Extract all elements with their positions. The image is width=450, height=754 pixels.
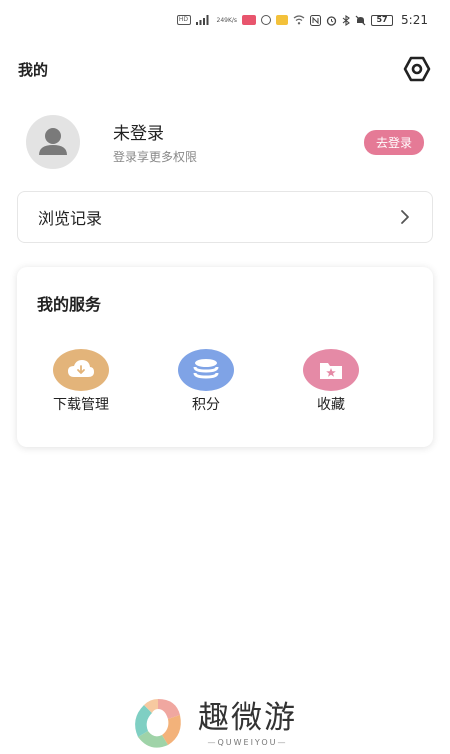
- login-button[interactable]: 去登录: [363, 129, 424, 155]
- service-label: 收藏: [317, 397, 345, 413]
- message-icon: [276, 15, 289, 25]
- settings-button[interactable]: [402, 54, 432, 84]
- profile-text: 未登录 登录享更多权限: [113, 119, 364, 165]
- hd-icon: HD: [176, 15, 191, 25]
- nfc-icon: [310, 14, 322, 26]
- user-avatar-icon: [39, 128, 67, 155]
- star-folder-icon: [303, 349, 359, 391]
- profile-section: 未登录 登录享更多权限 去登录: [26, 114, 424, 170]
- profile-subtitle: 登录享更多权限: [113, 150, 198, 164]
- avatar[interactable]: [26, 115, 80, 169]
- services-card: 我的服务 下载管理 积分 收藏: [17, 267, 433, 447]
- page-header: 我的: [18, 52, 432, 86]
- status-time: 5:21: [401, 13, 428, 27]
- brand-name-en: QUWEIYOU: [207, 738, 287, 747]
- service-label: 积分: [192, 397, 220, 413]
- settings-hexagon-icon: [403, 56, 431, 82]
- speed-unit: K/s: [227, 16, 238, 24]
- circle-icon: [261, 15, 272, 25]
- database-coins-icon: [178, 349, 234, 391]
- speed-value: 249: [216, 16, 228, 24]
- wifi-icon: [293, 15, 305, 25]
- app-notification-icon: [242, 15, 257, 25]
- service-favorites[interactable]: 收藏: [295, 349, 367, 415]
- mute-icon: [355, 15, 366, 26]
- profile-name: 未登录: [113, 124, 164, 144]
- brand-watermark: 趣微游 QUWEIYOU: [130, 695, 330, 751]
- services-title: 我的服务: [37, 295, 102, 314]
- alarm-icon: [326, 15, 337, 26]
- browsing-history-row[interactable]: 浏览记录: [17, 191, 433, 243]
- page-title: 我的: [18, 60, 49, 79]
- signal-icon: [195, 15, 212, 25]
- status-bar: HD 249 K/s 57 5:21: [0, 0, 450, 40]
- chevron-right-icon: [401, 210, 409, 224]
- battery-icon: 57: [371, 14, 394, 26]
- history-label: 浏览记录: [38, 209, 103, 228]
- brand-text: 趣微游 QUWEIYOU: [198, 700, 297, 747]
- service-points[interactable]: 积分: [170, 349, 242, 415]
- brand-name-cn: 趣微游: [198, 699, 297, 736]
- cloud-download-icon: [53, 349, 109, 391]
- service-download-manager[interactable]: 下载管理: [45, 349, 117, 415]
- bluetooth-icon: [342, 14, 350, 26]
- service-label: 下载管理: [53, 397, 109, 413]
- network-speed: 249 K/s: [217, 17, 238, 24]
- brand-logo-icon: [135, 699, 181, 748]
